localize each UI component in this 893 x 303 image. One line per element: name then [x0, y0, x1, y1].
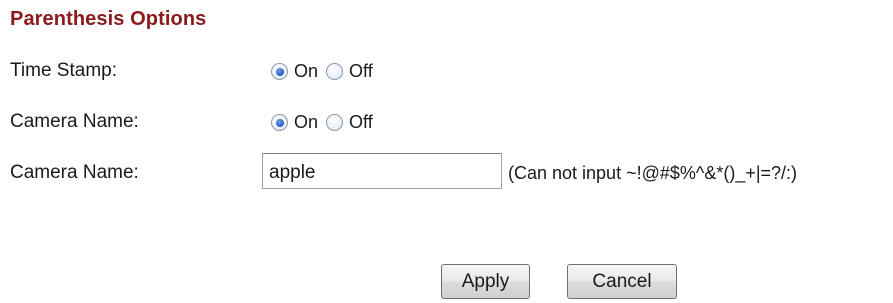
- camera-name-on-label[interactable]: On: [294, 112, 318, 133]
- time-stamp-on-radio[interactable]: [271, 63, 288, 80]
- apply-button[interactable]: Apply: [441, 264, 530, 299]
- camera-name-on-radio[interactable]: [271, 114, 288, 131]
- camera-name-input-label: Camera Name:: [10, 162, 139, 183]
- camera-name-input[interactable]: [262, 153, 502, 189]
- camera-name-radio-group: On Off: [271, 112, 381, 133]
- time-stamp-radio-group: On Off: [271, 61, 381, 82]
- time-stamp-label: Time Stamp:: [10, 60, 117, 81]
- camera-name-off-radio[interactable]: [326, 114, 344, 131]
- time-stamp-off-radio[interactable]: [326, 63, 344, 80]
- camera-name-hint: (Can not input ~!@#$%^&*()_+|=?/:): [508, 163, 798, 183]
- section-title: Parenthesis Options: [10, 8, 207, 30]
- camera-name-off-label[interactable]: Off: [349, 112, 373, 133]
- time-stamp-off-label[interactable]: Off: [349, 61, 373, 82]
- time-stamp-on-label[interactable]: On: [294, 61, 318, 82]
- camera-name-toggle-label: Camera Name:: [10, 111, 139, 132]
- cancel-button[interactable]: Cancel: [567, 264, 677, 299]
